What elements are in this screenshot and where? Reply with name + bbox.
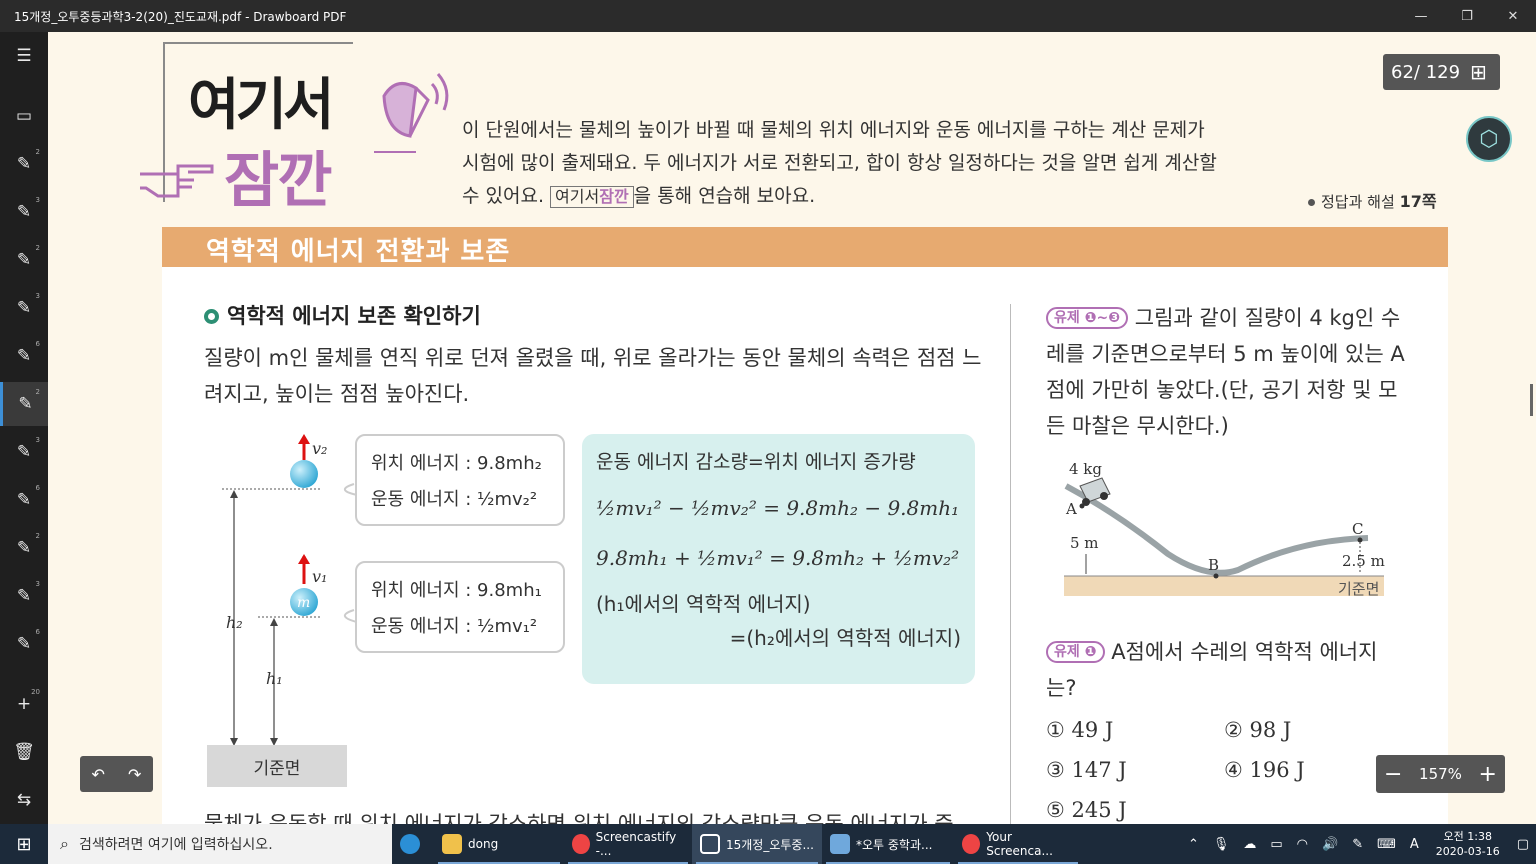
example-question: 유제 ❶~❸ 그림과 같이 질량이 4 kg인 수레를 기준면으로부터 5 m …	[1046, 306, 1405, 438]
choice-1: ① 49 J	[1046, 718, 1114, 742]
section-banner: 역학적 에너지 전환과 보존	[162, 227, 1448, 267]
folder-icon[interactable]: ▭	[0, 94, 48, 138]
logo-title-top: 여기서	[188, 73, 335, 138]
answer-reference: 정답과 해설 17쪽	[1308, 188, 1437, 212]
question-1: 유제 ❶ A점에서 수레의 역학적 에너지는?	[1046, 640, 1378, 700]
trash-icon[interactable]: 🗑	[0, 730, 48, 774]
system-tray: ⌃ 🎙 ☁ ▭ ◠ 🔊 ✎ ⌨ A 오전 1:38 2020-03-16 ▢	[1181, 824, 1536, 864]
taskbar-search[interactable]: ⌕ 검색하려면 여기에 입력하십시오.	[48, 824, 392, 864]
scrollbar-thumb[interactable]	[1530, 384, 1533, 416]
window-title: 15개정_오투중등과학3-2(20)_진도교재.pdf - Drawboard …	[14, 9, 347, 24]
pen-icon[interactable]: ✎ 6	[0, 622, 48, 666]
pen-icon[interactable]: ✎ 2	[0, 526, 48, 570]
close-button[interactable]: ✕	[1490, 0, 1536, 32]
energy-box-upper: 위치 에너지 : 9.8mh₂ 운동 에너지 : ½mv₂²	[355, 434, 565, 526]
inline-logo: 여기서잠깐	[550, 186, 634, 208]
intro-text: 이 단원에서는 물체의 높이가 바뀔 때 물체의 위치 에너지와 운동 에너지를…	[462, 119, 1217, 208]
battery-icon[interactable]: ▭	[1270, 837, 1282, 852]
energy-box-lower: 위치 에너지 : 9.8mh₁ 운동 에너지 : ½mv₁²	[355, 561, 565, 653]
redo-icon[interactable]: ↷	[128, 765, 141, 784]
clock[interactable]: 오전 1:38 2020-03-16	[1436, 829, 1500, 859]
tool-sidebar: ☰ ▭ ✎ 2 ✎ 3 ✎ 2 ✎ 3 ✎ 6 ✎ 2 ✎ 3 ✎ 6 ✎ 2 ✎ 3 ✎ 6 +20…	[0, 32, 48, 824]
column-divider	[1010, 304, 1011, 824]
point-a-label: A	[1065, 500, 1077, 518]
formula-box: 운동 에너지 감소량=위치 에너지 증가량 ½mv₁² − ½mv₂² = 9.…	[582, 434, 975, 684]
pen-icon[interactable]: ✎ 2	[0, 142, 48, 186]
pen-icon[interactable]: ✎ 3	[0, 286, 48, 330]
page-counter[interactable]: 62/ 129 ⊞	[1383, 54, 1500, 90]
point-c-label: C	[1352, 520, 1363, 538]
zoom-control: − 157% +	[1376, 755, 1505, 793]
restore-button[interactable]: ❐	[1444, 0, 1490, 32]
swap-icon[interactable]: ⇆	[0, 778, 48, 822]
section-body: 질량이 m인 물체를 연직 위로 던져 올렸을 때, 위로 올라가는 동안 물체…	[204, 346, 982, 406]
fig-reference-plane: 기준면	[1338, 580, 1379, 598]
taskbar-screencastify[interactable]: Screencastify -...	[564, 824, 692, 864]
h2-label: h₂	[226, 613, 243, 632]
zoom-out-button[interactable]: −	[1384, 762, 1402, 787]
taskbar-folder[interactable]: dong	[434, 824, 564, 864]
pen-icon[interactable]: ✎ 3	[0, 574, 48, 618]
microphone-icon[interactable]: 🎙	[1213, 837, 1230, 852]
ime-indicator[interactable]: A	[1410, 837, 1419, 852]
edge-icon[interactable]	[392, 824, 434, 864]
pen-icon[interactable]: ✎ 3	[0, 430, 48, 474]
choice-5: ⑤ 245 J	[1046, 798, 1127, 822]
menu-icon[interactable]: ☰	[0, 34, 48, 78]
height-25m-label: 2.5 m	[1342, 552, 1385, 570]
pen-tray-icon[interactable]: ✎	[1352, 837, 1363, 852]
volume-icon[interactable]: 🔊	[1322, 837, 1338, 852]
title-bar: 15개정_오투중등과학3-2(20)_진도교재.pdf - Drawboard …	[0, 0, 1536, 32]
example-tag: 유제 ❶~❸	[1046, 307, 1129, 329]
add-icon[interactable]: +20	[0, 682, 48, 726]
notification-icon[interactable]: ▢	[1517, 837, 1529, 852]
minimize-button[interactable]: —	[1398, 0, 1444, 32]
pen-icon[interactable]: ✎ 2	[0, 382, 48, 426]
navigation-wheel-icon[interactable]: ⬡	[1466, 116, 1512, 162]
pen-icon[interactable]: ✎ 6	[0, 478, 48, 522]
chevron-up-icon[interactable]: ⌃	[1188, 837, 1199, 852]
reference-plane-label: 기준면	[207, 745, 347, 787]
pointing-hand-icon	[140, 164, 214, 198]
megaphone-icon	[374, 73, 449, 153]
windows-start-icon[interactable]: ⊞	[0, 824, 48, 864]
taskbar-document[interactable]: *오투 중학과...	[822, 824, 954, 864]
zoom-in-button[interactable]: +	[1479, 762, 1497, 787]
logo-title-bottom: 잠깐	[224, 146, 332, 216]
height-5m-label: 5 m	[1070, 534, 1099, 552]
v1-label: v₁	[312, 567, 327, 586]
point-b-label: B	[1208, 556, 1219, 574]
continued-text: 물체가 운동할 때 위치 에너지가 감소하면 위치 에너지의 감소량만큼 운동 …	[204, 812, 954, 824]
ball-upper	[290, 460, 318, 488]
v2-label: v₂	[312, 439, 327, 458]
windows-taskbar: ⊞ ⌕ 검색하려면 여기에 입력하십시오. dong Screencastify …	[0, 824, 1536, 864]
mass-label: m	[297, 595, 310, 611]
choice-2: ② 98 J	[1224, 718, 1292, 742]
taskbar-drawboard[interactable]: 15개정_오투중...	[692, 824, 822, 864]
answer-choices: ① 49 J② 98 J ③ 147 J④ 196 J ⑤ 245 J	[1046, 710, 1406, 824]
pen-icon[interactable]: ✎ 6	[0, 334, 48, 378]
search-icon: ⌕	[60, 834, 69, 853]
zoom-level[interactable]: 157%	[1419, 765, 1462, 783]
question-1-tag: 유제 ❶	[1046, 641, 1105, 663]
section-heading: 역학적 에너지 보존 확인하기	[204, 300, 481, 330]
choice-3: ③ 147 J	[1046, 758, 1127, 782]
pen-icon[interactable]: ✎ 3	[0, 190, 48, 234]
pen-icon[interactable]: ✎ 2	[0, 238, 48, 282]
grid-view-icon[interactable]: ⊞	[1470, 60, 1487, 84]
cloud-icon[interactable]: ☁	[1243, 837, 1256, 852]
undo-icon[interactable]: ↶	[92, 765, 105, 784]
undo-redo-bar: ↶ ↷	[80, 756, 153, 792]
pdf-page[interactable]: 여기서 잠깐 이 단원에서는 물체의 높이가 바뀔 때 물체의 위치 에너지와 …	[48, 32, 1536, 824]
keyboard-icon[interactable]: ⌨	[1377, 837, 1396, 852]
wifi-icon[interactable]: ◠	[1297, 837, 1308, 852]
track-figure: 4 kg A 5 m B C 2.5 m 기준면	[1064, 460, 1385, 598]
h1-label: h₁	[266, 669, 283, 688]
mass-value: 4 kg	[1069, 460, 1102, 478]
taskbar-chrome-screencastify[interactable]: Your Screenca...	[954, 824, 1082, 864]
